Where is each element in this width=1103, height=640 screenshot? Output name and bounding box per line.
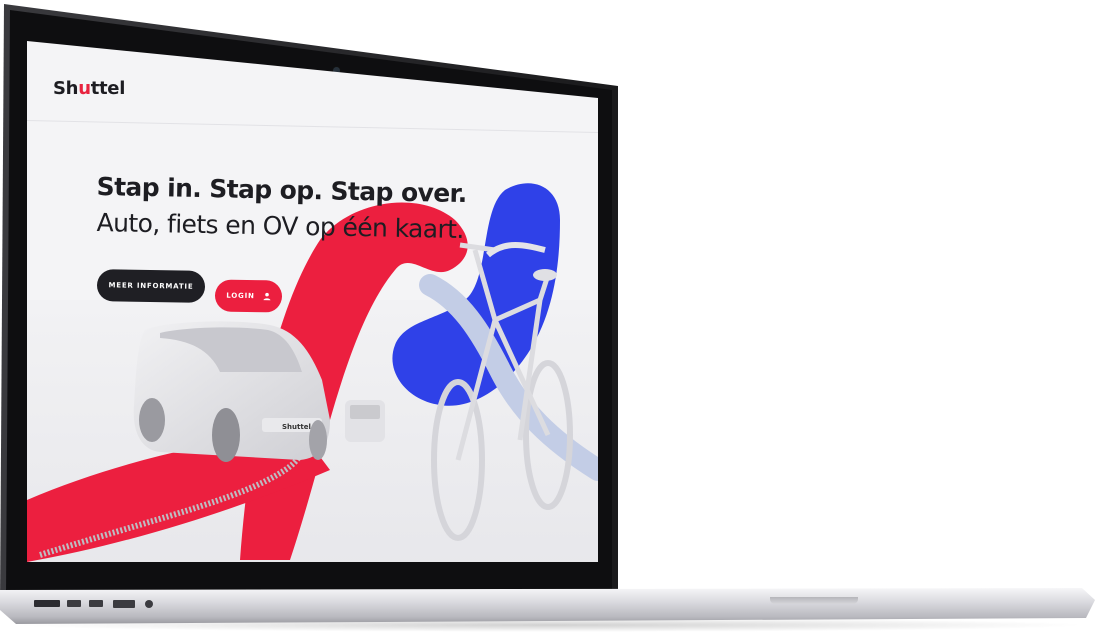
more-info-label: MEER INFORMATIE [108, 281, 194, 291]
logo-mark: u [78, 78, 91, 99]
usb-port-icon [34, 600, 60, 607]
laptop-lid-notch [770, 597, 858, 604]
logo-text-end: ttel [90, 78, 126, 99]
logo-text-start: Sh [53, 78, 79, 99]
car-plate-text: Shuttel [282, 423, 311, 431]
laptop-mockup: Shuttel Shuttel Stap in. Stap op. Stap o… [0, 0, 1103, 640]
laptop-base [0, 588, 1095, 624]
more-info-button[interactable]: MEER INFORMATIE [96, 269, 206, 303]
thunderbolt-port-icon [67, 600, 81, 607]
shuttel-logo[interactable]: Shuttel [53, 78, 125, 99]
user-icon [263, 292, 271, 301]
hdmi-port-icon [113, 600, 135, 608]
headphone-jack-icon [145, 600, 153, 608]
tram-illustration [345, 400, 385, 442]
thunderbolt-port-icon [89, 600, 103, 607]
login-button[interactable]: LOGIN [214, 279, 283, 313]
login-label: LOGIN [226, 291, 255, 301]
